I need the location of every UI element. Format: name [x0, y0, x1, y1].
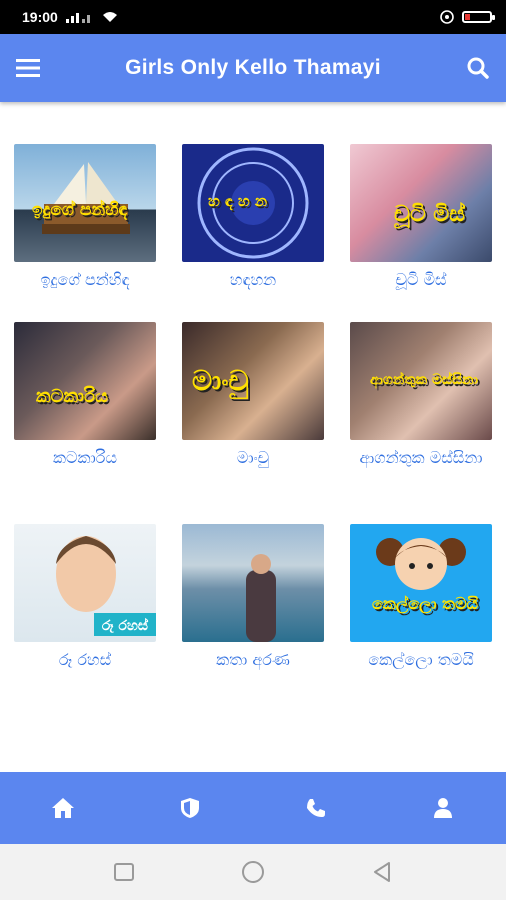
home-circle-icon[interactable] [241, 860, 265, 884]
story-tile-chutimis[interactable]: චූටි මිස් චූටි මිස් [350, 144, 492, 292]
story-tile-idugepanhida[interactable]: ඉදුගේ පන්හිඳ ඉදුගේ පන්හිඳ [14, 144, 156, 292]
user-icon [433, 798, 452, 818]
system-navigation-bar [0, 844, 506, 900]
phone-icon [307, 799, 326, 817]
story-caption: හඳහන [229, 270, 277, 289]
story-tile-manchu[interactable]: මාංචු මාංචු [182, 322, 324, 470]
bottom-navigation [0, 772, 506, 844]
status-time: 19:00 [22, 9, 58, 25]
story-thumbnail: කටකාරිය [14, 322, 156, 440]
story-caption: මාංචු [236, 448, 270, 467]
story-caption: රූ රහස් [58, 650, 112, 669]
story-tile-kellothamayi[interactable]: කෙල්ලො තමයි කෙල්ලො තමයි [350, 524, 492, 672]
status-bar: 19:00 [0, 0, 506, 34]
story-caption: කෙල්ලො තමයි [368, 650, 474, 669]
menu-button[interactable] [0, 34, 56, 102]
story-caption: කතා අරණ [216, 650, 290, 669]
story-tile-roorahas[interactable]: රූ රහස් රූ රහස් [14, 524, 156, 672]
recent-apps-icon[interactable] [113, 862, 135, 882]
status-right [440, 10, 495, 24]
story-thumbnail: චූටි මිස් [350, 144, 492, 262]
thumb-title: කෙල්ලො තමයි [372, 594, 479, 613]
story-tile-aganthukamassina[interactable]: ආගන්තුක මස්සිනා ආගන්තුක මස්සිනා [350, 322, 492, 470]
wifi-icon [102, 12, 117, 22]
app-bar: Girls Only Kello Thamayi [0, 34, 506, 102]
story-tile-kathaarana[interactable]: කතා අරණ [182, 524, 324, 672]
signal-icon [65, 13, 90, 23]
search-button[interactable] [450, 34, 506, 102]
battery-icon [462, 11, 495, 23]
thumb-title: රූ රහස් [101, 618, 148, 634]
thumb-title: ඉදුගේ පන්හිඳ [32, 200, 128, 220]
status-left: 19:00 [22, 9, 118, 25]
back-triangle-icon[interactable] [371, 861, 393, 883]
story-caption: ඉදුගේ පන්හිඳ [40, 270, 130, 289]
nav-home-button[interactable] [33, 778, 93, 838]
nav-user-button[interactable] [413, 778, 473, 838]
story-caption: කටකාරිය [53, 448, 117, 467]
story-tile-katakariya[interactable]: කටකාරිය කටකාරිය [14, 322, 156, 470]
story-thumbnail: රූ රහස් [14, 524, 156, 642]
thumb-title: චූටි මිස් [394, 202, 465, 227]
story-thumbnail: කෙල්ලො තමයි [350, 524, 492, 642]
story-thumbnail: ආගන්තුක මස්සිනා [350, 322, 492, 440]
story-thumbnail [182, 524, 324, 642]
thumb-title: හ ඳ හ න [208, 192, 268, 210]
story-caption: චූටි මිස් [395, 270, 447, 289]
story-tile-handahana[interactable]: හ ඳ හ න හඳහන [182, 144, 324, 292]
thumb-title: කටකාරිය [36, 386, 108, 407]
story-caption: ආගන්තුක මස්සිනා [359, 448, 483, 467]
thumb-title: ආගන්තුක මස්සිනා [369, 372, 479, 388]
thumb-title: මාංචු [192, 364, 249, 397]
hamburger-icon [16, 59, 40, 77]
story-thumbnail: හ ඳ හ න [182, 144, 324, 262]
story-thumbnail: මාංචු [182, 322, 324, 440]
alarm-icon [440, 10, 454, 24]
nav-shield-button[interactable] [160, 778, 220, 838]
nav-phone-button[interactable] [286, 778, 346, 838]
story-thumbnail: ඉදුගේ පන්හිඳ [14, 144, 156, 262]
shield-icon [180, 798, 199, 818]
app-title: Girls Only Kello Thamayi [125, 56, 381, 79]
search-icon [467, 57, 489, 79]
home-icon [52, 798, 75, 818]
